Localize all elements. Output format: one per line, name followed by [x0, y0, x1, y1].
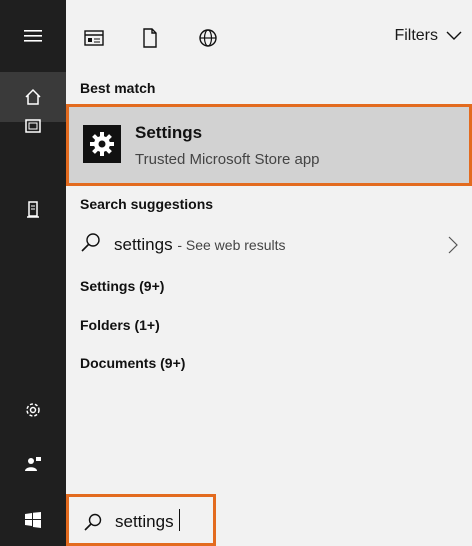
person-feedback-icon [25, 457, 41, 471]
web-suggestion-item[interactable]: settings - See web results [66, 228, 472, 264]
search-input[interactable] [115, 509, 215, 535]
best-match-subtitle: Trusted Microsoft Store app [135, 151, 320, 168]
web-filter-button[interactable] [196, 26, 220, 50]
suggestion-suffix: - See web results [177, 237, 286, 253]
start-search-panel: { "toolbar": { "filters_label": "Filters… [0, 0, 472, 546]
app-tile [83, 125, 121, 163]
best-match-item[interactable]: Settings Trusted Microsoft Store app [66, 104, 472, 186]
documents-filter-button[interactable] [138, 26, 162, 50]
search-icon [84, 513, 102, 531]
search-icon [81, 233, 100, 252]
settings-gear-icon [90, 132, 114, 156]
search-toolbar: Filters [66, 0, 472, 72]
search-box[interactable] [66, 494, 216, 546]
search-suggestions-heading: Search suggestions [80, 196, 214, 212]
filters-label: Filters [394, 27, 438, 44]
settings-rail-button[interactable] [0, 385, 66, 435]
documents-button[interactable] [0, 101, 66, 151]
start-button[interactable] [0, 495, 66, 545]
menu-button[interactable] [0, 11, 66, 61]
device-icon [27, 201, 39, 218]
apps-filter-button[interactable] [82, 26, 106, 50]
best-match-heading: Best match [80, 80, 156, 96]
text-caret [179, 509, 180, 531]
windows-logo-icon [25, 512, 41, 528]
globe-icon [199, 29, 217, 47]
category-documents[interactable]: Documents (9+) [80, 355, 185, 371]
feedback-button[interactable] [0, 439, 66, 489]
devices-button[interactable] [0, 185, 66, 235]
chevron-right-icon[interactable] [448, 236, 458, 254]
suggestion-query: settings [114, 235, 173, 254]
chevron-down-icon [446, 31, 462, 40]
document-icon [25, 119, 41, 133]
category-folders[interactable]: Folders (1+) [80, 317, 160, 333]
page-icon [143, 28, 157, 48]
taskbar-search [66, 494, 472, 546]
gear-icon [26, 403, 40, 417]
left-rail [0, 0, 66, 546]
best-match-title: Settings [135, 123, 203, 142]
window-icon [84, 30, 104, 46]
hamburger-icon [24, 30, 42, 42]
filters-button[interactable]: Filters [394, 27, 462, 45]
category-settings[interactable]: Settings (9+) [80, 278, 164, 294]
